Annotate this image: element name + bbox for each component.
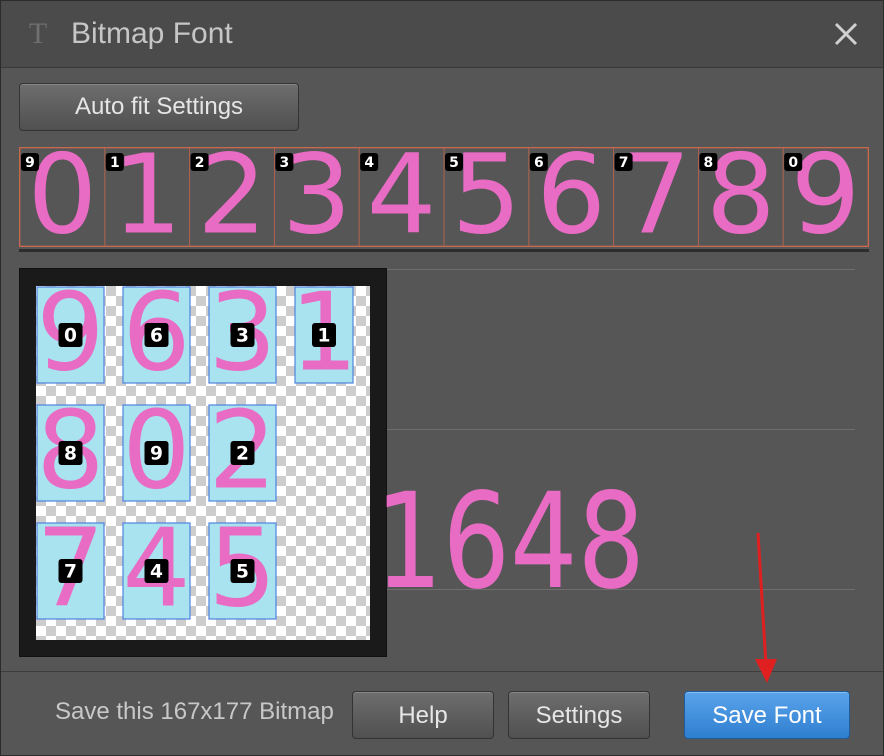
close-icon <box>834 22 858 46</box>
atlas-canvas: 90663311880922774455 <box>36 286 358 632</box>
glyph-index-badge: 4 <box>144 559 169 583</box>
glyph-index-badge: 8 <box>699 153 718 171</box>
settings-button[interactable]: Settings <box>508 691 650 739</box>
bitmap-info-text: Save this 167x177 Bitmap <box>55 698 334 725</box>
glyph-index-badge: 8 <box>58 441 83 465</box>
window-title: Bitmap Font <box>71 17 233 50</box>
font-preview-canvas: 1648 <box>375 465 645 619</box>
glyph-index-badge: 3 <box>275 153 294 171</box>
font-preview: 1648 <box>365 465 655 619</box>
glyph-index-badge: 0 <box>58 323 83 347</box>
svg-text:0: 0 <box>64 326 77 347</box>
svg-text:3: 3 <box>280 155 290 171</box>
svg-text:1: 1 <box>318 326 331 347</box>
svg-text:6: 6 <box>534 155 544 171</box>
glyph-index-badge: 5 <box>445 153 463 171</box>
glyph-index-badge: 2 <box>230 441 255 465</box>
save-font-button[interactable]: Save Font <box>684 691 850 739</box>
annotation-arrow <box>755 532 777 683</box>
atlas-preview-frame: 90663311880922774455 <box>19 268 387 657</box>
glyph-index-badge: 1 <box>312 323 336 347</box>
glyph-index-badge: 7 <box>614 153 633 171</box>
svg-text:9: 9 <box>25 155 35 171</box>
svg-text:7: 7 <box>619 155 629 171</box>
glyph-index-badge: 0 <box>784 153 803 171</box>
glyph-index-badge: 6 <box>529 153 548 171</box>
help-button[interactable]: Help <box>352 691 494 739</box>
glyph-index-badge: 1 <box>105 153 124 171</box>
svg-text:1: 1 <box>110 155 120 171</box>
glyph-index-badge: 2 <box>190 153 209 171</box>
bitmap-font-dialog: T Bitmap Font Auto fit Settings 0 9 1 1 2 2 3 3… <box>0 0 884 756</box>
glyph-index-badge: 9 <box>21 153 39 171</box>
strip-divider <box>19 249 869 252</box>
svg-text:6: 6 <box>150 326 163 347</box>
preview-string: 1648 <box>375 469 645 599</box>
close-button[interactable] <box>831 19 861 49</box>
svg-text:8: 8 <box>704 155 714 171</box>
glyph-index-badge: 3 <box>230 323 255 347</box>
svg-text:7: 7 <box>64 562 77 583</box>
svg-text:0: 0 <box>788 155 798 171</box>
preview-guide-line <box>387 429 855 430</box>
auto-fit-settings-button[interactable]: Auto fit Settings <box>19 83 299 131</box>
glyph-index-badge: 6 <box>144 323 169 347</box>
svg-text:8: 8 <box>64 444 77 465</box>
svg-text:2: 2 <box>195 155 205 171</box>
title-bar: T Bitmap Font <box>1 1 883 68</box>
glyph-index-badge: 4 <box>360 153 379 171</box>
glyph-index-badge: 9 <box>144 441 169 465</box>
glyph-index-badge: 5 <box>230 559 255 583</box>
atlas-texture: 90663311880922774455 <box>36 286 370 640</box>
glyph-index-badge: 7 <box>58 559 83 583</box>
svg-text:4: 4 <box>150 562 163 583</box>
svg-text:5: 5 <box>449 155 459 171</box>
glyph-strip-canvas: 09 11 22 33 44 55 66 77 88 90 <box>19 130 869 258</box>
svg-text:3: 3 <box>236 326 249 347</box>
font-tool-icon: T <box>28 17 48 50</box>
svg-text:9: 9 <box>150 444 163 465</box>
svg-text:4: 4 <box>364 155 374 171</box>
svg-text:5: 5 <box>236 562 249 583</box>
preview-guide-line <box>387 269 855 270</box>
glyph-strip: 09112233445566778890 <box>19 130 869 258</box>
svg-text:2: 2 <box>236 444 249 465</box>
